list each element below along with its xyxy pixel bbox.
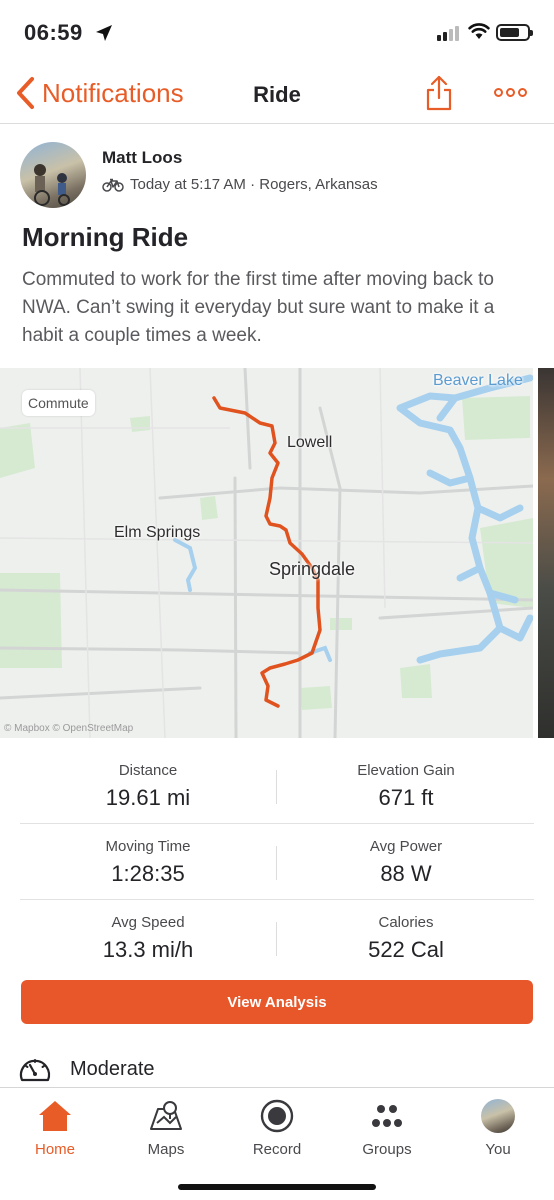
groups-icon	[372, 1105, 402, 1127]
stat-label: Distance	[118, 762, 178, 779]
stat-value: 88 W	[380, 861, 432, 886]
tab-groups[interactable]: Groups	[332, 1096, 442, 1158]
stat-avg-power: Avg Power 88 W	[278, 838, 534, 887]
stat-label: Calories	[378, 914, 434, 931]
map-label-town: Lowell	[287, 434, 333, 451]
tab-maps[interactable]: Maps	[111, 1096, 221, 1158]
stat-avg-speed: Avg Speed 13.3 mi/h	[20, 914, 276, 963]
stats-grid: Distance 19.61 mi Elevation Gain 671 ft …	[20, 748, 534, 976]
stat-calories: Calories 522 Cal	[278, 914, 534, 963]
stat-value: 671 ft	[378, 785, 434, 810]
bike-icon	[102, 178, 124, 192]
back-label: Notifications	[42, 77, 184, 108]
tab-label: Maps	[147, 1141, 185, 1158]
tab-home[interactable]: Home	[0, 1096, 110, 1158]
stat-row: Distance 19.61 mi Elevation Gain 671 ft	[20, 748, 534, 824]
stat-label: Avg Speed	[111, 914, 185, 931]
avatar	[481, 1099, 515, 1133]
stat-label: Moving Time	[105, 838, 191, 855]
tab-label: Record	[252, 1141, 302, 1158]
stat-divider	[276, 770, 277, 804]
tab-record[interactable]: Record	[222, 1096, 332, 1158]
stat-label: Elevation Gain	[357, 762, 455, 779]
stat-row: Avg Speed 13.3 mi/h Calories 522 Cal	[20, 900, 534, 976]
tab-label: Groups	[362, 1141, 412, 1158]
perceived-effort[interactable]: Moderate	[18, 1054, 155, 1084]
stat-divider	[276, 846, 277, 880]
stat-value: 522 Cal	[368, 937, 444, 962]
activity-meta-text: Today at 5:17 AM · Rogers, Arkansas	[130, 176, 378, 193]
location-arrow-icon	[96, 25, 112, 41]
tab-you[interactable]: You	[443, 1096, 553, 1158]
activity-meta: Today at 5:17 AM · Rogers, Arkansas	[102, 176, 378, 193]
navigation-bar: Notifications Ride	[0, 64, 554, 124]
route-map[interactable]: Commute Beaver Lake Lowell Elm Springs S…	[0, 368, 533, 738]
map-label-lake: Beaver Lake	[433, 372, 523, 389]
status-time: 06:59	[24, 20, 83, 45]
map-label-town: Elm Springs	[114, 524, 201, 541]
athlete-header: Matt Loos Today at 5:17 AM · Rogers, Ark…	[20, 142, 540, 212]
stat-distance: Distance 19.61 mi	[20, 762, 276, 811]
stat-elevation-gain: Elevation Gain 671 ft	[278, 762, 534, 811]
effort-label: Moderate	[70, 1057, 155, 1080]
status-bar: 06:59	[0, 0, 554, 64]
athlete-name[interactable]: Matt Loos	[102, 148, 182, 168]
activity-title: Morning Ride	[22, 222, 189, 252]
chevron-left-icon	[17, 77, 34, 109]
battery-icon	[496, 24, 533, 41]
home-indicator	[178, 1184, 376, 1190]
stat-divider	[276, 922, 277, 956]
activity-description: Commuted to work for the first time afte…	[22, 269, 495, 346]
more-options-icon[interactable]	[494, 88, 527, 97]
record-icon	[260, 1099, 294, 1133]
map-label-town: Springdale	[269, 559, 356, 579]
home-icon	[39, 1101, 71, 1131]
maps-icon	[150, 1101, 182, 1130]
stat-value: 13.3 mi/h	[102, 937, 194, 962]
stat-value: 19.61 mi	[105, 785, 191, 810]
map-attribution: © Mapbox © OpenStreetMap	[4, 723, 134, 734]
tab-bar: Home Maps Record Groups You	[0, 1087, 554, 1200]
route-line	[212, 396, 322, 708]
stat-label: Avg Power	[369, 838, 443, 855]
cellular-signal-icon	[437, 26, 459, 41]
view-analysis-button[interactable]: View Analysis	[21, 980, 533, 1024]
photo-preview[interactable]	[538, 368, 554, 738]
athlete-avatar[interactable]	[20, 142, 86, 208]
share-icon[interactable]	[424, 74, 454, 112]
tab-label: You	[485, 1141, 511, 1158]
wifi-icon	[468, 23, 490, 39]
avatar-photo	[34, 164, 70, 206]
back-button[interactable]: Notifications	[14, 76, 184, 110]
commute-tag: Commute	[22, 390, 95, 416]
tab-label: Home	[34, 1141, 75, 1158]
stat-row: Moving Time 1:28:35 Avg Power 88 W	[20, 824, 534, 900]
gauge-icon	[19, 1059, 51, 1082]
stat-moving-time: Moving Time 1:28:35	[20, 838, 276, 887]
stat-value: 1:28:35	[111, 861, 185, 886]
